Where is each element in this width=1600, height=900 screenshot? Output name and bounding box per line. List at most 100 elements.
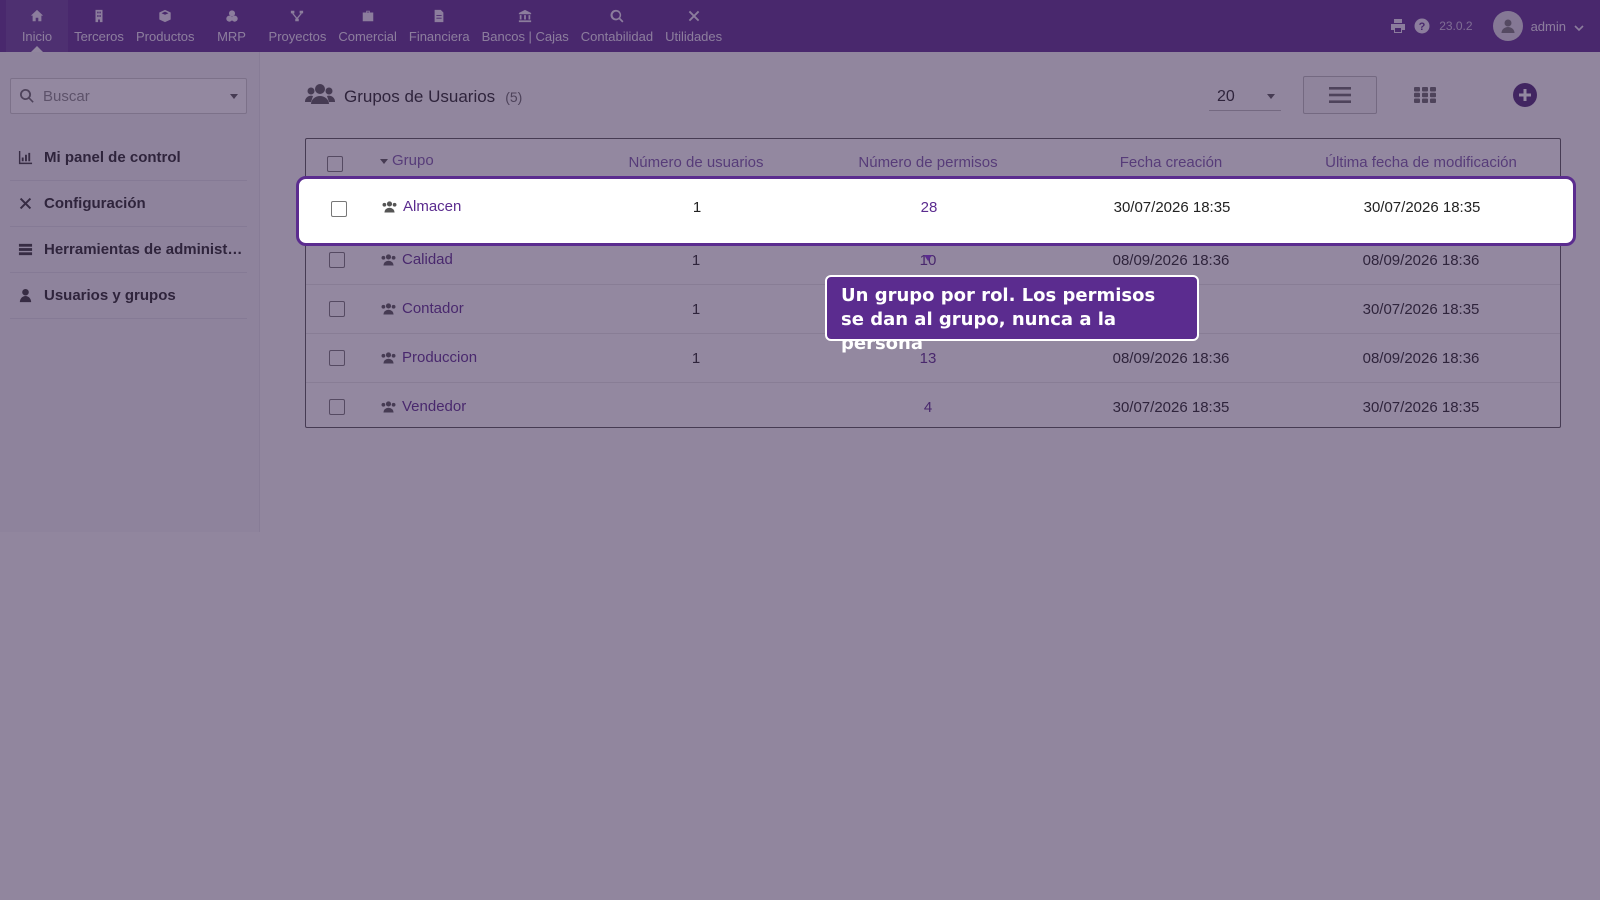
row-checkbox[interactable]: [331, 201, 347, 217]
group-link[interactable]: Contador: [380, 300, 464, 317]
users-count: 1: [691, 252, 701, 269]
select-all-checkbox[interactable]: [327, 156, 343, 172]
column-header-created[interactable]: Fecha creación: [1071, 154, 1271, 171]
column-header-group[interactable]: Grupo: [380, 152, 434, 169]
menu-label: Contabilidad: [580, 29, 654, 44]
table-row: Vendedor 4 30/07/2026 18:35 30/07/2026 1…: [306, 382, 1560, 431]
sidebar-item-panel[interactable]: Mi panel de control: [10, 135, 247, 181]
table-row: Almacen 1 28 30/07/2026 18:35 30/07/2026…: [307, 179, 1563, 243]
menu-label: Comercial: [338, 29, 397, 44]
modified-date: 30/07/2026 18:35: [1363, 199, 1481, 216]
cube-icon: [157, 8, 173, 24]
users-icon: [381, 303, 396, 315]
avatar: [1492, 11, 1523, 41]
menu-label: Inicio: [21, 29, 53, 44]
sidebar-item-label: Mi panel de control: [44, 149, 181, 166]
record-count: (5): [505, 88, 523, 105]
sitemap-icon: [289, 8, 305, 24]
menu-item-contabilidad[interactable]: Contabilidad: [575, 0, 659, 52]
users-icon: [381, 401, 396, 413]
file-icon: [431, 8, 447, 24]
svg-text:?: ?: [1419, 21, 1426, 33]
menu-label: Proyectos: [268, 29, 327, 44]
group-link[interactable]: Produccion: [380, 349, 477, 366]
column-header-users[interactable]: Número de usuarios: [606, 154, 786, 171]
menu-item-mrp[interactable]: MRP: [201, 0, 263, 52]
created-date: 30/07/2026 18:35: [1112, 399, 1230, 416]
print-icon[interactable]: [1389, 17, 1407, 35]
menu-item-terceros[interactable]: Terceros: [68, 0, 130, 52]
page-size-value: 20: [1217, 87, 1235, 105]
perms-count[interactable]: 28: [824, 199, 1034, 216]
group-name: Contador: [402, 300, 464, 317]
list-icon: [1329, 87, 1351, 103]
menu-item-financiera[interactable]: Financiera: [403, 0, 476, 52]
chart-bar-icon: [16, 149, 34, 167]
menu-label: Financiera: [408, 29, 470, 44]
users-count: 1: [691, 301, 701, 318]
tools-icon: [16, 195, 34, 213]
chevron-down-icon: [1574, 21, 1584, 32]
page-size-select[interactable]: 20: [1209, 83, 1281, 111]
search-dropdown-caret[interactable]: [230, 93, 238, 99]
briefcase-icon: [360, 8, 376, 24]
column-header-modified[interactable]: Última fecha de modificación: [1296, 154, 1546, 171]
highlighted-row: Almacen 1 28 30/07/2026 18:35 30/07/2026…: [296, 176, 1576, 246]
grid-view-button[interactable]: [1405, 76, 1445, 114]
created-date: 08/09/2026 18:36: [1112, 350, 1230, 367]
modified-date: 30/07/2026 18:35: [1362, 301, 1480, 318]
building-icon: [91, 8, 107, 24]
menu-item-inicio[interactable]: Inicio: [6, 0, 68, 52]
sidebar-item-label: Usuarios y grupos: [44, 287, 176, 304]
group-name: Vendedor: [402, 398, 467, 415]
main-menu: Inicio Terceros Productos MRP Proyectos …: [0, 0, 728, 52]
tour-tooltip: Un grupo por rol. Los permisos se dan al…: [825, 275, 1199, 354]
menu-item-bancos[interactable]: Bancos | Cajas: [476, 0, 575, 52]
list-view-button[interactable]: [1303, 76, 1377, 114]
group-name: Calidad: [402, 251, 453, 268]
user-menu[interactable]: admin: [1492, 11, 1584, 41]
sidebar-search: [10, 78, 247, 114]
top-right-tools: ? 23.0.2 admin: [1383, 0, 1600, 52]
top-navbar: Inicio Terceros Productos MRP Proyectos …: [0, 0, 1600, 52]
bank-icon: [517, 8, 533, 24]
users-icon: [304, 82, 336, 111]
row-checkbox[interactable]: [329, 399, 345, 415]
group-link[interactable]: Calidad: [380, 251, 453, 268]
group-link[interactable]: Almacen: [381, 198, 461, 215]
modified-date: 08/09/2026 18:36: [1362, 252, 1480, 269]
version-label: 23.0.2: [1439, 19, 1473, 33]
column-header-perms[interactable]: Número de permisos: [823, 154, 1033, 171]
menu-item-proyectos[interactable]: Proyectos: [263, 0, 333, 52]
menu-item-utilidades[interactable]: Utilidades: [659, 0, 728, 52]
sidebar-menu: Mi panel de control Configuración Herram…: [10, 135, 247, 319]
perms-count[interactable]: 4: [823, 399, 1033, 416]
help-icon[interactable]: ?: [1413, 17, 1431, 35]
user-icon: [16, 287, 34, 305]
menu-item-comercial[interactable]: Comercial: [332, 0, 403, 52]
menu-label: Bancos | Cajas: [481, 29, 569, 44]
menu-label: Utilidades: [665, 29, 723, 44]
sort-desc-icon: [380, 158, 388, 164]
sidebar-item-label: Herramientas de administración: [44, 241, 247, 258]
user-name: admin: [1530, 18, 1566, 34]
page-header: Grupos de Usuarios (5): [304, 82, 523, 111]
menu-item-productos[interactable]: Productos: [130, 0, 201, 52]
grid-icon: [1414, 87, 1436, 103]
menu-label: Terceros: [74, 29, 124, 44]
search-input[interactable]: [43, 87, 223, 105]
sidebar-item-configuracion[interactable]: Configuración: [10, 181, 247, 227]
left-sidebar: Mi panel de control Configuración Herram…: [0, 52, 260, 532]
search-dollar-icon: [609, 8, 625, 24]
created-date: 08/09/2026 18:36: [1112, 252, 1230, 269]
home-icon: [29, 8, 45, 24]
sidebar-item-herramientas[interactable]: Herramientas de administración: [10, 227, 247, 273]
add-group-button[interactable]: [1513, 83, 1537, 107]
group-link[interactable]: Vendedor: [380, 398, 466, 415]
row-checkbox[interactable]: [329, 301, 345, 317]
row-checkbox[interactable]: [329, 252, 345, 268]
chevron-down-icon: [1267, 94, 1275, 99]
sidebar-item-usuarios[interactable]: Usuarios y grupos: [10, 273, 247, 319]
row-checkbox[interactable]: [329, 350, 345, 366]
plus-icon: [1519, 89, 1531, 101]
